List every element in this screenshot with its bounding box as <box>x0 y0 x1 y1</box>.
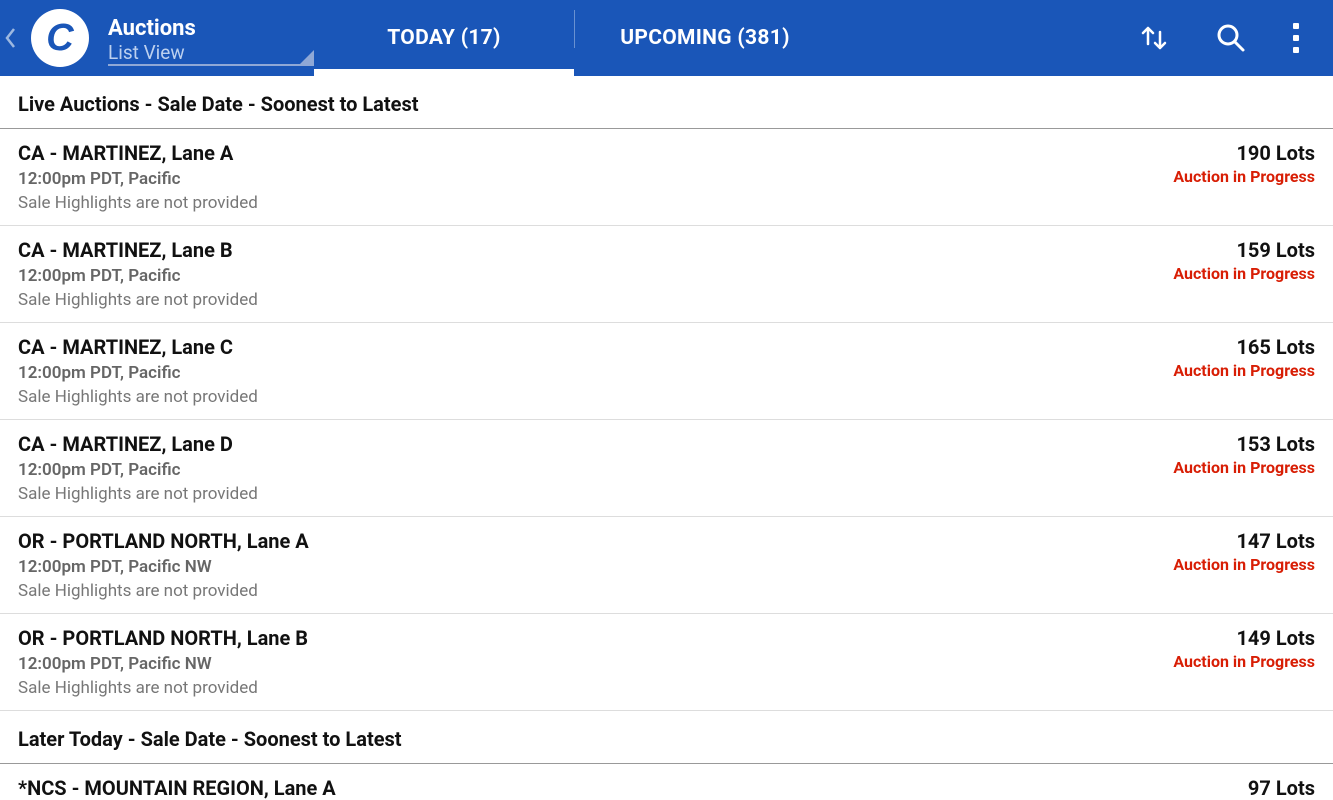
auction-note: Sale Highlights are not provided <box>18 290 258 310</box>
header-actions <box>1139 0 1333 76</box>
overflow-menu-button[interactable] <box>1293 23 1299 53</box>
auction-title: CA - MARTINEZ, Lane C <box>18 335 258 359</box>
auction-status: Auction in Progress <box>1173 167 1315 186</box>
auction-time: 12:00pm PDT, Pacific <box>18 266 258 286</box>
auction-row[interactable]: CA - MARTINEZ, Lane A 12:00pm PDT, Pacifi… <box>0 129 1333 226</box>
chevron-left-icon <box>5 27 16 49</box>
auction-title: *NCS - MOUNTAIN REGION, Lane A <box>18 776 336 800</box>
auction-row-right: 159 Lots Auction in Progress <box>1173 238 1315 310</box>
auction-title: CA - MARTINEZ, Lane B <box>18 238 258 262</box>
section-header: Live Auctions - Sale Date - Soonest to L… <box>0 76 1333 129</box>
auction-row-left: CA - MARTINEZ, Lane B 12:00pm PDT, Pacifi… <box>18 238 258 310</box>
auction-lots: 190 Lots <box>1173 141 1315 165</box>
auction-row-right: 149 Lots Auction in Progress <box>1173 626 1315 698</box>
sort-icon <box>1139 24 1169 52</box>
auction-note: Sale Highlights are not provided <box>18 581 309 601</box>
auction-lots: 149 Lots <box>1173 626 1315 650</box>
dropdown-title: Auctions <box>108 17 306 41</box>
sort-button[interactable] <box>1139 24 1169 52</box>
auction-row[interactable]: OR - PORTLAND NORTH, Lane A 12:00pm PDT, … <box>0 517 1333 614</box>
auction-status: Auction in Progress <box>1173 555 1315 574</box>
auction-row[interactable]: CA - MARTINEZ, Lane D 12:00pm PDT, Pacifi… <box>0 420 1333 517</box>
auction-row-left: *NCS - MOUNTAIN REGION, Lane A06:00pm MD… <box>18 776 336 800</box>
auction-note: Sale Highlights are not provided <box>18 193 258 213</box>
logo-circle: C <box>31 9 89 67</box>
auction-time: 12:00pm PDT, Pacific <box>18 460 258 480</box>
auction-row[interactable]: *NCS - MOUNTAIN REGION, Lane A06:00pm MD… <box>0 764 1333 800</box>
auction-lots: 153 Lots <box>1173 432 1315 456</box>
auction-row-right: 153 Lots Auction in Progress <box>1173 432 1315 504</box>
auction-note: Sale Highlights are not provided <box>18 484 258 504</box>
view-dropdown[interactable]: Auctions List View <box>100 0 314 76</box>
auction-status: Auction in Progress <box>1173 264 1315 283</box>
auction-row[interactable]: OR - PORTLAND NORTH, Lane B 12:00pm PDT, … <box>0 614 1333 711</box>
overflow-dots-icon <box>1293 23 1299 53</box>
dropdown-triangle-icon <box>300 50 314 64</box>
auction-time: 12:00pm PDT, Pacific NW <box>18 654 308 674</box>
auction-note: Sale Highlights are not provided <box>18 387 258 407</box>
auction-lots: 147 Lots <box>1173 529 1315 553</box>
auction-row-right: 165 Lots Auction in Progress <box>1173 335 1315 407</box>
auction-note: Sale Highlights are not provided <box>18 678 308 698</box>
auction-row-right: 97 LotsAuction Starts In: <box>1185 776 1315 800</box>
auction-row-left: CA - MARTINEZ, Lane D 12:00pm PDT, Pacifi… <box>18 432 258 504</box>
auction-row-left: CA - MARTINEZ, Lane C 12:00pm PDT, Pacifi… <box>18 335 258 407</box>
auction-status: Auction in Progress <box>1173 361 1315 380</box>
auction-time: 12:00pm PDT, Pacific <box>18 169 258 189</box>
auction-row[interactable]: CA - MARTINEZ, Lane B 12:00pm PDT, Pacifi… <box>0 226 1333 323</box>
app-header: C Auctions List View TODAY (17) UPCOMING… <box>0 0 1333 76</box>
auction-title: OR - PORTLAND NORTH, Lane A <box>18 529 309 553</box>
auction-row[interactable]: CA - MARTINEZ, Lane C 12:00pm PDT, Pacifi… <box>0 323 1333 420</box>
back-button[interactable] <box>0 0 20 76</box>
section-header: Later Today - Sale Date - Soonest to Lat… <box>0 711 1333 764</box>
auction-title: OR - PORTLAND NORTH, Lane B <box>18 626 308 650</box>
dropdown-underline <box>108 64 314 66</box>
auction-lots: 97 Lots <box>1185 776 1315 800</box>
auction-row-left: CA - MARTINEZ, Lane A 12:00pm PDT, Pacifi… <box>18 141 258 213</box>
auction-row-right: 190 Lots Auction in Progress <box>1173 141 1315 213</box>
tab-upcoming[interactable]: UPCOMING (381) <box>575 0 835 76</box>
auction-row-left: OR - PORTLAND NORTH, Lane B 12:00pm PDT, … <box>18 626 308 698</box>
auction-row-right: 147 Lots Auction in Progress <box>1173 529 1315 601</box>
auction-time: 12:00pm PDT, Pacific <box>18 363 258 383</box>
auction-row-left: OR - PORTLAND NORTH, Lane A 12:00pm PDT, … <box>18 529 309 601</box>
app-logo: C <box>20 0 100 76</box>
search-icon <box>1215 22 1247 54</box>
auction-list[interactable]: Live Auctions - Sale Date - Soonest to L… <box>0 76 1333 800</box>
auction-lots: 159 Lots <box>1173 238 1315 262</box>
search-button[interactable] <box>1215 22 1247 54</box>
auction-title: CA - MARTINEZ, Lane D <box>18 432 258 456</box>
auction-time: 12:00pm PDT, Pacific NW <box>18 557 309 577</box>
auction-title: CA - MARTINEZ, Lane A <box>18 141 258 165</box>
dropdown-subtitle: List View <box>108 41 306 66</box>
auction-status: Auction in Progress <box>1173 458 1315 477</box>
auction-status: Auction in Progress <box>1173 652 1315 671</box>
auction-lots: 165 Lots <box>1173 335 1315 359</box>
tab-today[interactable]: TODAY (17) <box>314 0 574 76</box>
tabs: TODAY (17) UPCOMING (381) <box>314 0 1139 76</box>
